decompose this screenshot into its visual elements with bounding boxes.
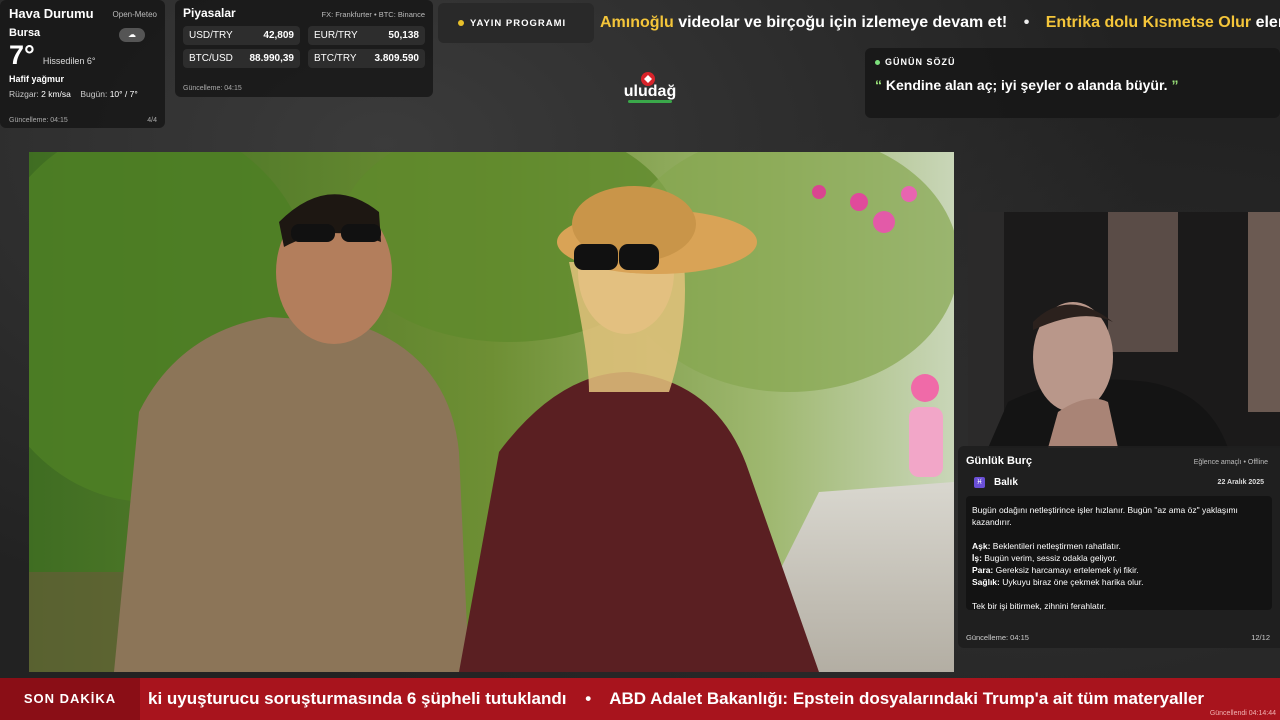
dot-icon [875, 59, 880, 65]
quote-open-mark: “ [875, 77, 882, 93]
market-pair: BTC/USD [189, 53, 233, 64]
quote-title: GÜNÜN SÖZÜ [885, 57, 956, 67]
market-value: 50,138 [388, 30, 419, 41]
line-label: Sağlık: [972, 577, 1000, 587]
weather-temperature: 7° [9, 40, 35, 70]
horoscope-widget: Günlük Burç Eğlence amaçlı • Offline ♓ B… [958, 446, 1280, 648]
weather-page: 4/4 [147, 117, 157, 124]
markets-widget: Piyasalar FX: Frankfurter • BTC: Binance… [175, 0, 433, 97]
market-value: 88.990,39 [249, 53, 295, 64]
quote-header: GÜNÜN SÖZÜ [875, 57, 1270, 67]
market-btc-usd: BTC/USD 88.990,39 [183, 49, 300, 68]
quote-text: Kendine alan aç; iyi şeyler o alanda büy… [885, 77, 1168, 93]
market-usd-try: USD/TRY 42,809 [183, 26, 300, 45]
uludag-logo: uludağ [624, 72, 676, 103]
today-value: 10° / 7° [109, 89, 138, 99]
horoscope-date: 22 Aralık 2025 [1217, 479, 1264, 486]
horoscope-sign-row: ♓ Balık 22 Aralık 2025 [966, 477, 1272, 488]
line-label: Aşk: [972, 541, 991, 551]
marquee-separator: • [1023, 14, 1030, 31]
wind-value: 2 km/sa [41, 89, 71, 99]
news-separator: • [585, 689, 592, 708]
breaking-updated: Güncellendi 04:14:44 [1209, 710, 1276, 717]
horoscope-updated: Güncelleme: 04:15 [966, 633, 1029, 642]
horoscope-sign: Balık [994, 477, 1018, 488]
horoscope-page: 12/12 [1251, 633, 1270, 642]
horoscope-intro: Bugün odağını netleştirince işler hızlan… [972, 505, 1238, 527]
weather-condition: Hafif yağmur [9, 74, 65, 84]
market-pair: EUR/TRY [314, 30, 358, 41]
breaking-ticker: ki uyuşturucu soruşturmasında 6 şüpheli … [148, 678, 1204, 720]
logo-text: uludağ [624, 83, 676, 100]
quote-widget: GÜNÜN SÖZÜ “ Kendine alan aç; iyi şeyler… [865, 48, 1280, 118]
schedule-label: YAYIN PROGRAMI [470, 17, 567, 29]
market-value: 42,809 [263, 30, 294, 41]
breaking-news-bar: SON DAKİKA ki uyuşturucu soruşturmasında… [0, 678, 1280, 720]
marquee-text: videolar ve birçoğu için izlemeye devam … [673, 14, 1008, 31]
market-btc-try: BTC/TRY 3.809.590 [308, 49, 425, 68]
line-text: Beklentileri netleştirmen rahatlatır. [990, 541, 1121, 551]
schedule-button[interactable]: YAYIN PROGRAMI [438, 3, 594, 43]
today-label: Bugün: [80, 89, 108, 99]
main-video[interactable] [29, 152, 954, 672]
horoscope-source: Eğlence amaçlı • Offline [1193, 459, 1268, 466]
line-text: Bugün verim, sessiz odakla geliyor. [981, 553, 1118, 563]
weather-details: Rüzgar: 2 km/sa Bugün: 10° / 7° [9, 89, 156, 99]
quote-text-row: “ Kendine alan aç; iyi şeyler o alanda b… [875, 77, 1270, 93]
quote-close-mark: ” [1171, 77, 1179, 93]
line-label: Para: [972, 565, 994, 575]
markets-source: FX: Frankfurter • BTC: Binance [321, 10, 426, 19]
weather-updated: Güncelleme: 04:15 [9, 117, 68, 124]
cloud-rain-icon: ☁ [119, 28, 145, 42]
line-text: Uykuyu biraz öne çekmek harika olur. [999, 577, 1144, 587]
horoscope-lines: Aşk: Beklentileri netleştirmen rahatlatı… [972, 540, 1266, 588]
market-pair: USD/TRY [189, 30, 233, 41]
breaking-label: SON DAKİKA [0, 678, 140, 720]
news-item: ABD Adalet Bakanlığı: Epstein dosyaların… [609, 689, 1205, 708]
marquee-text: eleme [1255, 14, 1280, 31]
horoscope-tip: Tek bir işi bitirmek, zihnini ferahlatır… [972, 601, 1107, 611]
dot-icon [458, 20, 464, 26]
marquee-highlight: Amınoğlu [600, 14, 674, 31]
market-value: 3.809.590 [374, 53, 420, 64]
pisces-icon: ♓ [974, 477, 985, 488]
markets-updated: Güncelleme: 04:15 [183, 85, 242, 92]
market-pair: BTC/TRY [314, 53, 357, 64]
wind-label: Rüzgar: [9, 89, 39, 99]
weather-source: Open-Meteo [112, 10, 157, 19]
line-label: İş: [972, 553, 982, 563]
news-item: ki uyuşturucu soruşturmasında 6 şüpheli … [148, 689, 567, 708]
market-eur-try: EUR/TRY 50,138 [308, 26, 425, 45]
line-text: Gereksiz harcamayı ertelemek iyi fikir. [993, 565, 1139, 575]
marquee-highlight: Entrika dolu Kısmetse Olur [1045, 14, 1252, 31]
top-marquee: Amınoğlu videolar ve birçoğu için izleme… [600, 3, 1280, 43]
weather-feels-like: Hissedilen 6° [42, 56, 96, 66]
horoscope-body: Bugün odağını netleştirince işler hızlan… [966, 496, 1272, 611]
weather-widget: Hava Durumu Open-Meteo Bursa ☁ 7° Hissed… [0, 0, 165, 128]
webcam-feed[interactable] [968, 212, 1280, 448]
